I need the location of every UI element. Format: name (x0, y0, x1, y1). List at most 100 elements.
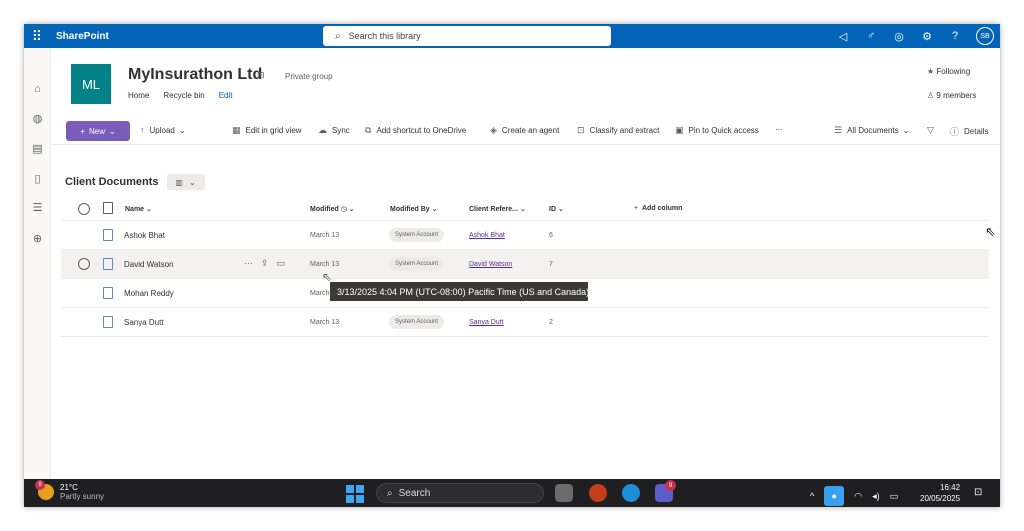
upload-button[interactable]: ↑ Upload ⌄ (140, 125, 186, 135)
create-icon[interactable]: ⊕ (30, 232, 45, 247)
avatar[interactable]: SB (976, 27, 994, 45)
col-client-ref[interactable]: Client Refere... ⌄ (469, 205, 526, 213)
folder-icon[interactable]: ▭ (277, 258, 286, 269)
taskbar: 9 21°C Partly sunny ⌕ Search 9 ^ ● ◠ ◂) … (24, 479, 1000, 507)
news-icon[interactable]: ▤ (30, 142, 45, 157)
col-name[interactable]: Name ⌄ (125, 205, 152, 213)
row-name[interactable]: Mohan Reddy (124, 289, 174, 298)
row-modified[interactable]: March 13 (310, 261, 339, 268)
row-modified-by[interactable]: System Account (389, 315, 445, 329)
col-id[interactable]: ID ⌄ (549, 205, 564, 213)
file-icon[interactable]: ▯ (30, 172, 45, 187)
taskbar-search[interactable]: ⌕ Search (376, 483, 544, 503)
left-rail: ⌂ ◍ ▤ ▯ ☰ ⊕ (24, 48, 51, 507)
sync-icon: ☁ (318, 125, 327, 135)
shortcut-icon: ⧉ (365, 125, 372, 135)
row-checkbox[interactable] (78, 258, 90, 270)
row-modified-by[interactable]: System Account (389, 257, 445, 271)
filter-button[interactable]: ▽ (927, 125, 939, 136)
table-row[interactable]: Ashok Bhat March 13 System Account Ashok… (61, 221, 989, 250)
new-button[interactable]: + New ⌄ (66, 121, 130, 141)
nav-edit[interactable]: Edit (219, 91, 233, 100)
select-all-checkbox[interactable] (78, 203, 90, 215)
modified-tooltip: 3/13/2025 4:04 PM (UTC-08:00) Pacific Ti… (330, 282, 589, 301)
search-box[interactable]: ⌕ Search this library (323, 26, 611, 46)
list-header: Name ⌄ Modified ◷ ⌄ Modified By ⌄ Client… (61, 197, 989, 221)
site-title[interactable]: MyInsurathon Ltd (128, 66, 262, 84)
site-logo[interactable]: ML (71, 64, 111, 104)
list-icon[interactable]: ☰ (30, 201, 45, 216)
table-row[interactable]: David Watson ··· ⇪ ▭ March 13 System Acc… (61, 250, 989, 279)
star-icon: ★ (927, 67, 935, 76)
shortcut-button[interactable]: ⧉ Add shortcut to OneDrive (365, 125, 466, 136)
globe-icon[interactable]: ◍ (30, 112, 45, 127)
library-switcher[interactable]: ▥ ⌄ (166, 174, 205, 190)
row-client-ref[interactable]: David Watson (469, 261, 512, 268)
file-icon (103, 287, 113, 299)
windows-start-icon[interactable] (346, 485, 364, 503)
more-button[interactable]: ··· (775, 125, 783, 134)
clock-icon: ◷ (340, 206, 347, 213)
share-icon[interactable]: ♂ (864, 30, 878, 42)
search-icon: ⌕ (387, 487, 393, 499)
settings-icon[interactable]: ⚙ (920, 30, 934, 43)
file-explorer-icon[interactable] (555, 484, 573, 502)
app-name[interactable]: SharePoint (56, 31, 109, 42)
volume-icon[interactable]: ◂) (872, 491, 880, 502)
file-icon (103, 316, 113, 328)
microphone-icon[interactable]: ● (824, 486, 845, 506)
chevron-up-icon[interactable]: ^ (810, 491, 814, 501)
classify-icon: ⊡ (577, 125, 585, 135)
clock[interactable]: 16:42 20/05/2025 (920, 482, 960, 504)
row-actions: ··· ⇪ ▭ (244, 258, 285, 269)
notification-icon[interactable]: ⊡ (974, 487, 982, 498)
grid-icon: ▦ (232, 125, 241, 135)
row-client-ref[interactable]: Sanya Dutt (469, 319, 504, 326)
site-nav: Home Recycle bin Edit (128, 91, 233, 100)
pin-button[interactable]: ▣ Pin to Quick access (675, 125, 759, 136)
more-icon[interactable]: ··· (244, 258, 253, 269)
view-selector[interactable]: ☰ All Documents ⌄ (834, 125, 909, 136)
suite-bar: ⠿ SharePoint ⌕ Search this library ◁ ♂ ◎… (24, 24, 1000, 48)
search-icon: ⌕ (335, 30, 341, 42)
chevron-down-icon: ⌄ (108, 126, 116, 136)
row-name[interactable]: Sanya Dutt (124, 318, 164, 327)
wifi-icon[interactable]: ◠ (854, 491, 862, 502)
help-icon[interactable]: ? (948, 30, 962, 42)
person-icon: ♙ (927, 91, 935, 100)
col-modified[interactable]: Modified ◷ ⌄ (310, 205, 355, 213)
following-button[interactable]: ★ Following (927, 67, 970, 76)
sync-button[interactable]: ☁ Sync (318, 125, 350, 136)
home-icon[interactable]: ⌂ (30, 83, 45, 98)
row-client-ref[interactable]: Ashok Bhat (469, 232, 505, 239)
details-button[interactable]: ⓘ Details (950, 125, 988, 138)
col-modified-by[interactable]: Modified By ⌄ (390, 205, 437, 213)
row-name[interactable]: Ashok Bhat (124, 231, 165, 240)
row-modified: March (310, 290, 330, 297)
table-row[interactable]: Sanya Dutt March 13 System Account Sanya… (61, 308, 989, 337)
members-button[interactable]: ♙ 9 members (927, 91, 976, 100)
system-tray: ^ ● ◠ ◂) ▭ (810, 486, 898, 506)
chevron-down-icon: ⌄ (188, 177, 196, 187)
upload-icon: ↑ (140, 125, 145, 135)
nav-home[interactable]: Home (128, 91, 149, 100)
row-name[interactable]: David Watson (124, 260, 174, 269)
create-agent-button[interactable]: ◈ Create an agent (490, 125, 559, 136)
share-icon[interactable]: ⇪ (261, 258, 269, 269)
edge-icon[interactable] (622, 484, 640, 502)
app-launcher-icon[interactable]: ⠿ (24, 24, 50, 48)
battery-icon[interactable]: ▭ (890, 491, 899, 502)
file-icon (103, 229, 113, 241)
nav-recycle-bin[interactable]: Recycle bin (163, 91, 204, 100)
row-modified: March 13 (310, 232, 340, 239)
add-column-button[interactable]: + Add column (634, 205, 682, 212)
megaphone-icon[interactable]: ◁ (836, 30, 850, 43)
classify-button[interactable]: ⊡ Classify and extract (577, 125, 659, 136)
row-modified: March 13 (310, 319, 340, 326)
powerpoint-icon[interactable] (589, 484, 607, 502)
group-type: Private group (285, 72, 333, 81)
copilot-icon[interactable]: ◎ (892, 30, 906, 43)
weather-widget[interactable]: 9 21°C Partly sunny (35, 480, 104, 501)
grid-view-button[interactable]: ▦ Edit in grid view (232, 125, 302, 136)
row-modified-by[interactable]: System Account (389, 228, 445, 242)
